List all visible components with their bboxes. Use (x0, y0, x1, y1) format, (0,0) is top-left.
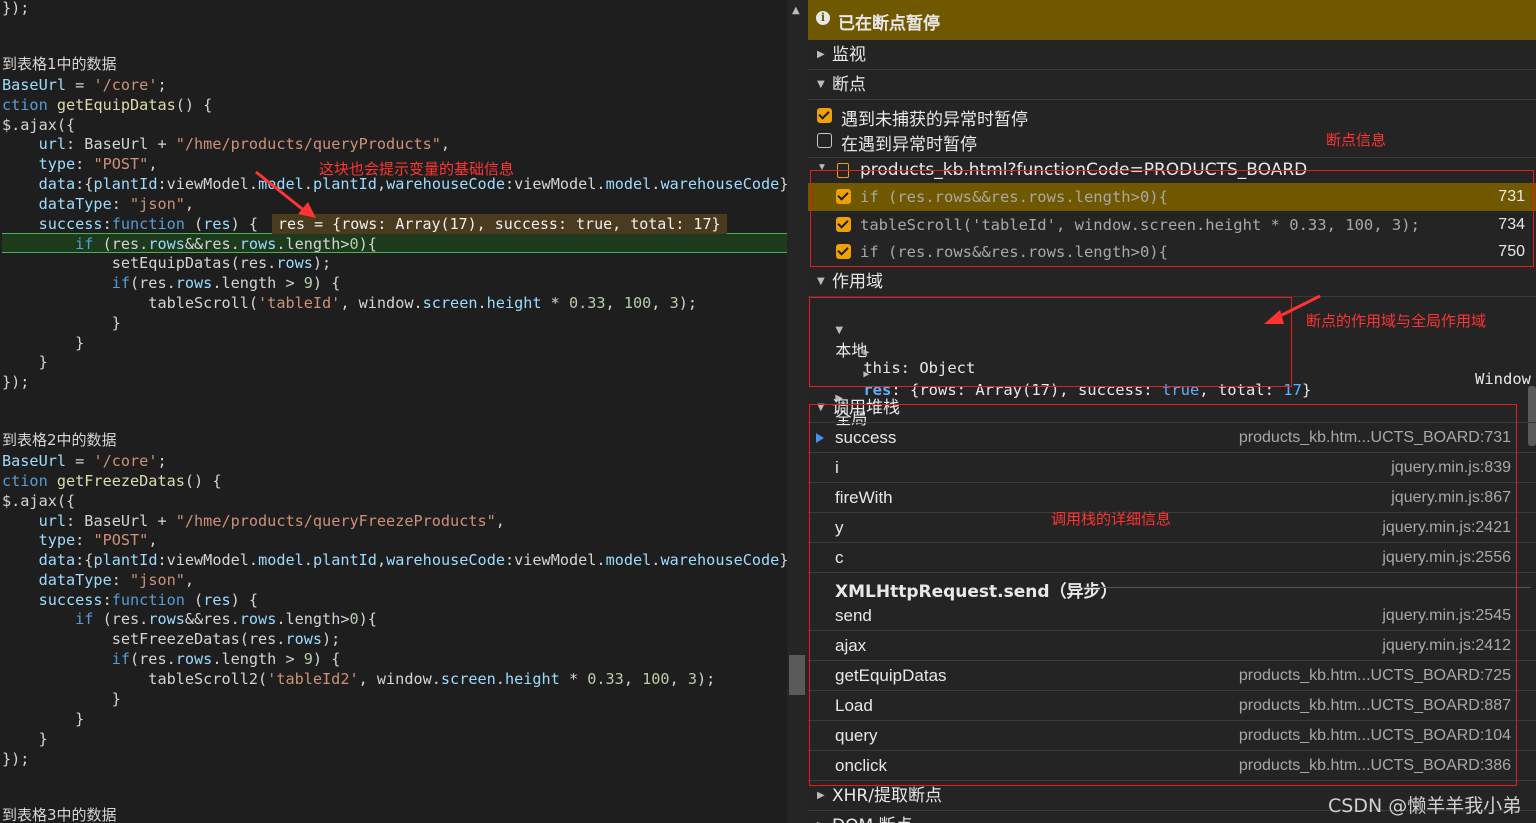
code-line[interactable]: ction getFreezeDatas() { (2, 471, 221, 491)
code-line[interactable]: } (2, 352, 48, 372)
section-breakpoints[interactable]: ▼ 断点 (808, 70, 1536, 100)
code-line[interactable]: if(res.rows.length > 9) { (2, 273, 341, 293)
code-line[interactable]: 到表格2中的数据 (2, 430, 117, 450)
code-line[interactable]: }); (2, 372, 29, 392)
code-line[interactable]: } (2, 709, 84, 729)
code-line[interactable]: dataType: "json", (2, 570, 195, 590)
scroll-up-icon[interactable]: ▲ (792, 5, 800, 16)
scope-annotation: 断点的作用域与全局作用域 (1306, 312, 1487, 330)
code-line[interactable]: tableScroll2('tableId2', window.screen.h… (2, 669, 715, 689)
code-line[interactable]: type: "POST", (2, 154, 158, 174)
scope-highlight-box (809, 297, 1292, 387)
scope-global-value: Window (1475, 370, 1531, 388)
pause-uncaught-label: 遇到未捕获的异常时暂停 (841, 110, 1028, 130)
callstack-highlight-box (809, 404, 1517, 786)
section-scope-label: 作用域 (832, 272, 883, 292)
section-watch-label: 监视 (832, 45, 866, 65)
code-line[interactable]: }); (2, 0, 29, 18)
watermark: CSDN @懒羊羊我小弟 (1328, 795, 1522, 817)
code-line[interactable]: ction getEquipDatas() { (2, 95, 212, 115)
code-line[interactable]: $.ajax({ (2, 115, 75, 135)
section-scope[interactable]: ▼ 作用域 (808, 267, 1536, 297)
code-line[interactable]: if (res.rows&&res.rows.length>0){ (2, 609, 377, 629)
code-line[interactable]: setFreezeDatas(res.rows); (2, 629, 341, 649)
code-line[interactable]: dataType: "json", (2, 194, 195, 214)
divider (808, 157, 1536, 158)
code-line[interactable]: type: "POST", (2, 530, 158, 550)
code-line[interactable]: } (2, 333, 84, 353)
code-editor[interactable]: }); 到表格1中的数据 BaseUrl = '/core'; ction getEq… (0, 0, 787, 823)
breakpoints-annotation: 断点信息 (1326, 131, 1387, 149)
triangle-right-icon: ▶ (817, 49, 825, 60)
code-line[interactable]: $.ajax({ (2, 491, 75, 511)
code-line[interactable]: } (2, 689, 121, 709)
code-line[interactable]: data:{plantId:viewModel.model.plantId,wa… (2, 550, 787, 570)
code-line[interactable]: tableScroll('tableId', window.screen.hei… (2, 293, 697, 313)
paused-banner: i 已在断点暂停 (808, 0, 1536, 40)
triangle-down-icon: ▼ (817, 79, 825, 90)
scrollbar-thumb[interactable] (789, 655, 805, 695)
triangle-right-icon: ▶ (817, 790, 825, 801)
info-icon: i (816, 11, 830, 25)
pause-uncaught-checkbox[interactable] (817, 108, 832, 123)
code-line[interactable]: 到表格3中的数据 (2, 805, 117, 823)
code-line[interactable]: } (2, 729, 48, 749)
annotation-arrow-editor (255, 170, 316, 218)
inline-value-hint: res = {rows: Array(17), success: true, t… (272, 214, 727, 234)
code-line[interactable]: url: BaseUrl + "/hme/products/queryProdu… (2, 134, 451, 154)
code-line[interactable]: BaseUrl = '/core'; (2, 75, 167, 95)
pause-caught-checkbox[interactable] (817, 133, 832, 148)
debugger-sidebar: i 已在断点暂停 ▶ 监视 ▼ 断点 遇到未捕获的异常时暂停 在遇到异常时暂停 … (808, 0, 1536, 823)
section-breakpoints-label: 断点 (832, 75, 866, 95)
code-line[interactable]: success:function (res) { (2, 214, 259, 234)
editor-scrollbar[interactable]: ▲ (787, 0, 808, 823)
triangle-right-icon: ▶ (817, 811, 825, 823)
code-line[interactable]: BaseUrl = '/core'; (2, 451, 167, 471)
breakpoints-highlight-box (810, 170, 1534, 267)
pause-caught-label: 在遇到异常时暂停 (841, 135, 977, 155)
code-line[interactable]: 到表格1中的数据 (2, 54, 117, 74)
code-line[interactable]: if (res.rows&&res.rows.length>0){ (2, 233, 787, 253)
section-xhr-label: XHR/提取断点 (832, 786, 942, 806)
code-line[interactable]: }); (2, 749, 29, 769)
code-line[interactable]: url: BaseUrl + "/hme/products/queryFreez… (2, 511, 505, 531)
section-dom-label: DOM 断点 (832, 811, 913, 823)
code-line[interactable]: } (2, 313, 121, 333)
code-line[interactable]: setEquipDatas(res.rows); (2, 253, 331, 273)
code-line[interactable]: if(res.rows.length > 9) { (2, 649, 341, 669)
section-watch[interactable]: ▶ 监视 (808, 40, 1536, 70)
code-line[interactable]: success:function (res) { (2, 590, 259, 610)
paused-status-text: 已在断点暂停 (838, 14, 940, 34)
editor-annotation: 这块也会提示变量的基础信息 (319, 160, 515, 178)
triangle-down-icon: ▼ (817, 276, 825, 287)
